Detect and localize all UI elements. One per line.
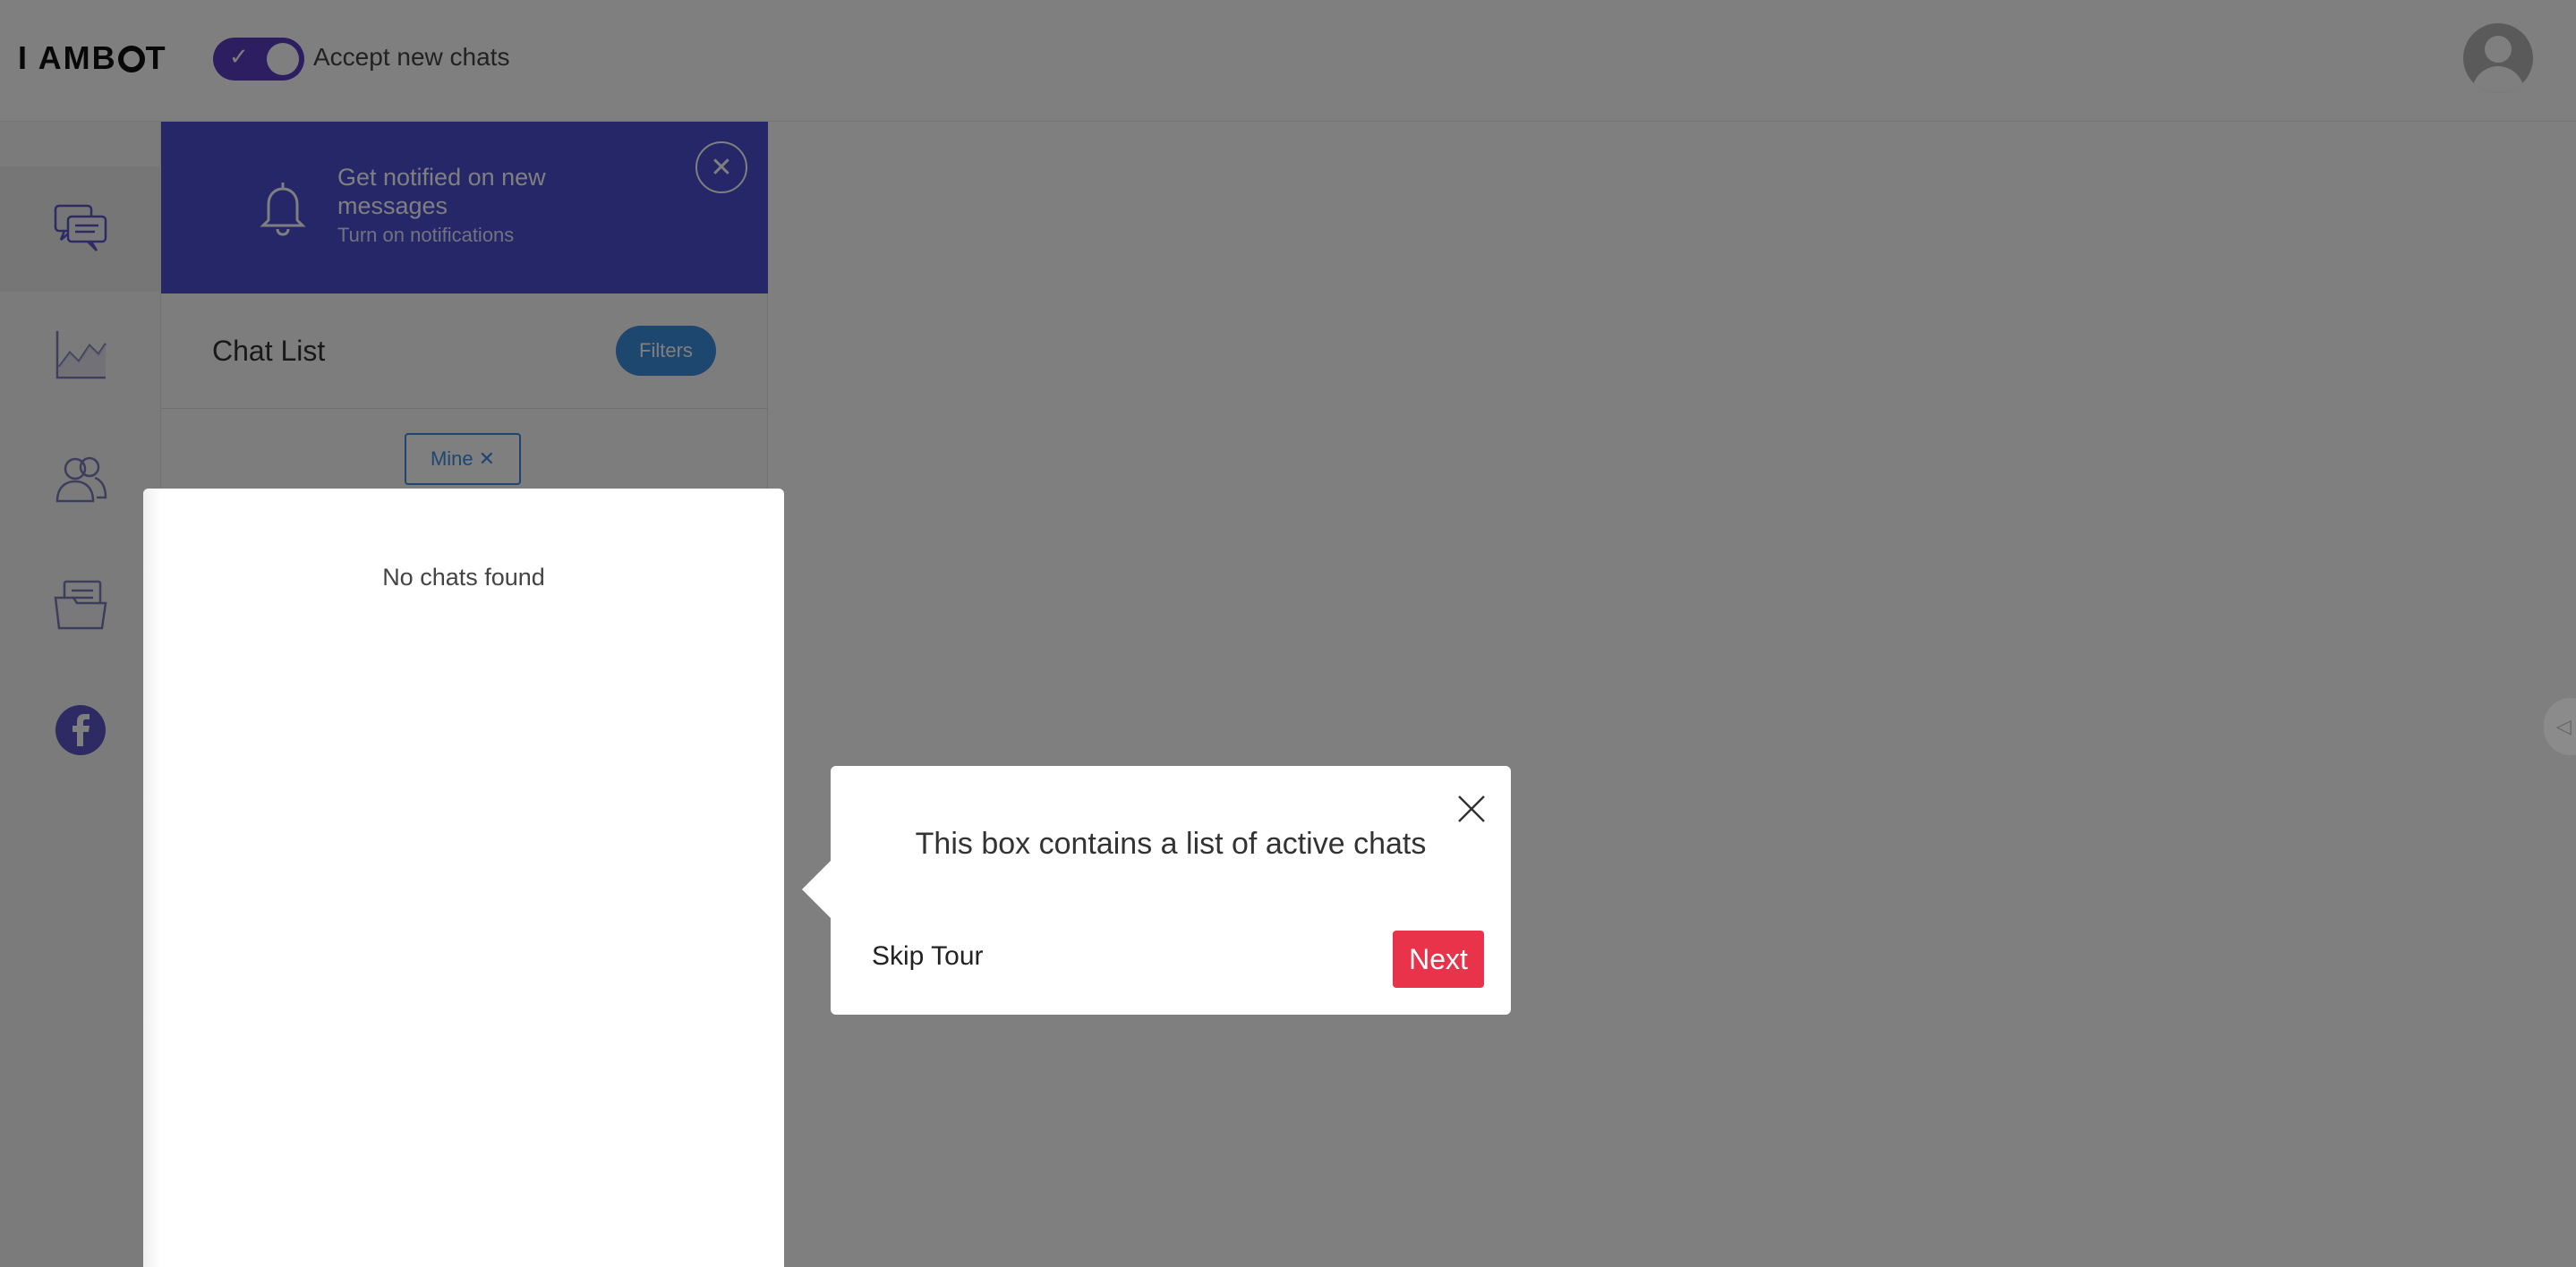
highlighted-chat-list: No chats found <box>143 489 784 1267</box>
empty-state-text: No chats found <box>382 564 545 591</box>
tour-tooltip: This box contains a list of active chats… <box>802 766 1511 1015</box>
next-button[interactable]: Next <box>1393 931 1484 988</box>
tooltip-arrow <box>802 861 831 918</box>
skip-tour-button[interactable]: Skip Tour <box>872 941 984 972</box>
chevron-left-icon: ◁ <box>2556 715 2572 737</box>
tour-message: This box contains a list of active chats <box>915 827 1427 861</box>
close-icon[interactable] <box>1455 793 1488 825</box>
